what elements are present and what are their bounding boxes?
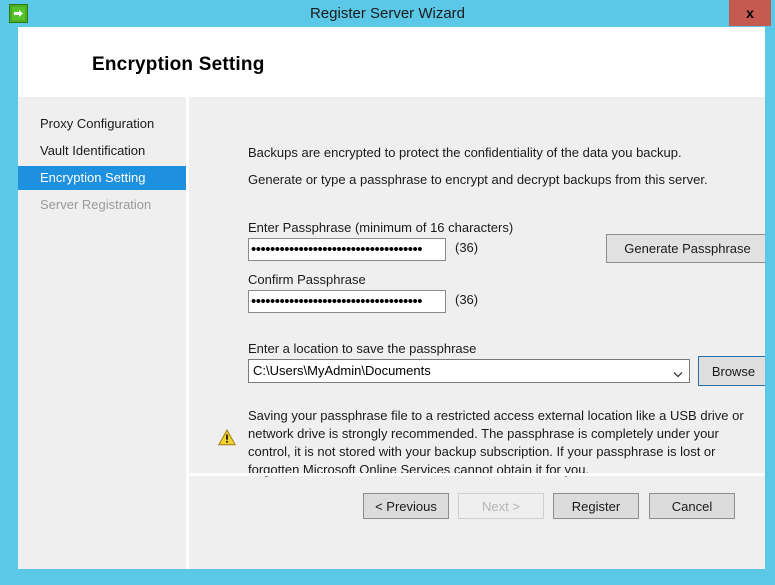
- previous-button[interactable]: < Previous: [363, 493, 449, 519]
- sidebar-item-label: Vault Identification: [40, 143, 146, 158]
- location-label: Enter a location to save the passphrase: [248, 341, 477, 356]
- sidebar-item-encryption-setting[interactable]: Encryption Setting: [18, 166, 186, 190]
- close-button[interactable]: x: [729, 0, 771, 26]
- next-button: Next >: [458, 493, 544, 519]
- enter-passphrase-char-count: (36): [455, 240, 479, 255]
- title-bar: Register Server Wizard x: [0, 0, 775, 27]
- location-value: C:\Users\MyAdmin\Documents: [253, 363, 431, 378]
- enter-passphrase-input[interactable]: ••••••••••••••••••••••••••••••••••••: [248, 238, 446, 261]
- client-area: Encryption Setting Proxy Configuration V…: [18, 27, 765, 569]
- wizard-step-sidebar: Proxy Configuration Vault Identification…: [18, 97, 186, 569]
- intro-text-line-2: Generate or type a passphrase to encrypt…: [248, 172, 708, 187]
- cancel-button[interactable]: Cancel: [649, 493, 735, 519]
- page-title: Encryption Setting: [92, 54, 265, 75]
- register-button[interactable]: Register: [553, 493, 639, 519]
- passphrase-location-combobox[interactable]: C:\Users\MyAdmin\Documents: [248, 359, 690, 383]
- sidebar-item-label: Proxy Configuration: [40, 116, 155, 131]
- sidebar-item-vault-identification[interactable]: Vault Identification: [18, 139, 186, 163]
- confirm-passphrase-char-count: (36): [455, 292, 479, 307]
- generate-passphrase-button[interactable]: Generate Passphrase: [606, 234, 765, 263]
- browse-button[interactable]: Browse: [698, 356, 765, 386]
- sidebar-item-label: Server Registration: [40, 197, 152, 212]
- sidebar-item-server-registration: Server Registration: [18, 193, 186, 217]
- chevron-down-icon: [673, 367, 683, 378]
- window-title: Register Server Wizard: [309, 5, 466, 22]
- wizard-window: Register Server Wizard x Encryption Sett…: [0, 0, 775, 585]
- footer-divider: [189, 473, 765, 476]
- intro-text-line-1: Backups are encrypted to protect the con…: [248, 145, 682, 160]
- warning-message: Saving your passphrase file to a restric…: [248, 408, 744, 477]
- sidebar-item-label: Encryption Setting: [40, 170, 146, 185]
- enter-passphrase-label: Enter Passphrase (minimum of 16 characte…: [248, 220, 514, 235]
- sidebar-item-proxy-configuration[interactable]: Proxy Configuration: [18, 112, 186, 136]
- confirm-passphrase-label: Confirm Passphrase: [248, 272, 366, 287]
- confirm-passphrase-input[interactable]: ••••••••••••••••••••••••••••••••••••: [248, 290, 446, 313]
- warning-triangle-icon: [217, 428, 237, 446]
